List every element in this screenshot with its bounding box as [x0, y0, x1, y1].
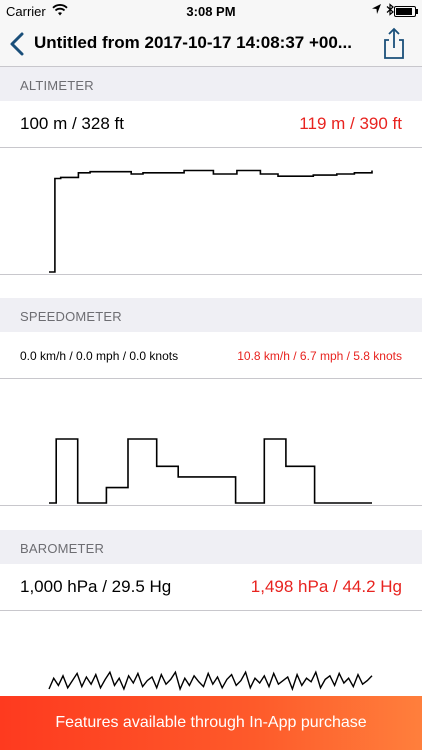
in-app-purchase-label: Features available through In-App purcha… [55, 714, 367, 731]
barometer-line [48, 670, 373, 692]
altimeter-header: ALTIMETER [0, 67, 422, 102]
speedometer-header: SPEEDOMETER [0, 298, 422, 333]
back-button[interactable] [6, 26, 32, 62]
in-app-purchase-banner[interactable]: Features available through In-App purcha… [0, 696, 422, 750]
speedometer-header-label: SPEEDOMETER [20, 309, 122, 324]
altimeter-values: 100 m / 328 ft 119 m / 390 ft [0, 101, 422, 148]
barometer-max: 1,498 hPa / 44.2 Hg [250, 577, 402, 596]
altimeter-max: 119 m / 390 ft [299, 114, 402, 133]
location-arrow-icon [371, 3, 382, 18]
altimeter-line [49, 169, 373, 273]
share-icon [384, 27, 404, 59]
chevron-left-icon [10, 32, 24, 56]
bluetooth-icon [386, 3, 394, 19]
speedometer-line [49, 438, 372, 504]
battery-icon [394, 6, 418, 17]
speedometer-graph [0, 379, 422, 506]
barometer-values: 1,000 hPa / 29.5 Hg 1,498 hPa / 44.2 Hg [0, 564, 422, 611]
page-title: Untitled from 2017-10-17 14:08:37 +00... [34, 33, 352, 52]
barometer-header: BAROMETER [0, 530, 422, 565]
altimeter-header-label: ALTIMETER [20, 78, 94, 93]
barometer-header-label: BAROMETER [20, 541, 105, 556]
barometer-current: 1,000 hPa / 29.5 Hg [20, 577, 172, 596]
altimeter-current: 100 m / 328 ft [20, 114, 124, 133]
navigation-bar: Untitled from 2017-10-17 14:08:37 +00... [0, 22, 422, 67]
speedometer-values: 0.0 km/h / 0.0 mph / 0.0 knots 10.8 km/h… [0, 332, 422, 379]
status-bar: Carrier 3:08 PM [0, 0, 422, 22]
altimeter-graph [0, 148, 422, 275]
speedometer-current: 0.0 km/h / 0.0 mph / 0.0 knots [20, 349, 179, 363]
clock: 3:08 PM [186, 4, 236, 19]
speedometer-max: 10.8 km/h / 6.7 mph / 5.8 knots [237, 349, 402, 363]
share-button[interactable] [380, 27, 408, 61]
battery-fill [396, 8, 413, 15]
